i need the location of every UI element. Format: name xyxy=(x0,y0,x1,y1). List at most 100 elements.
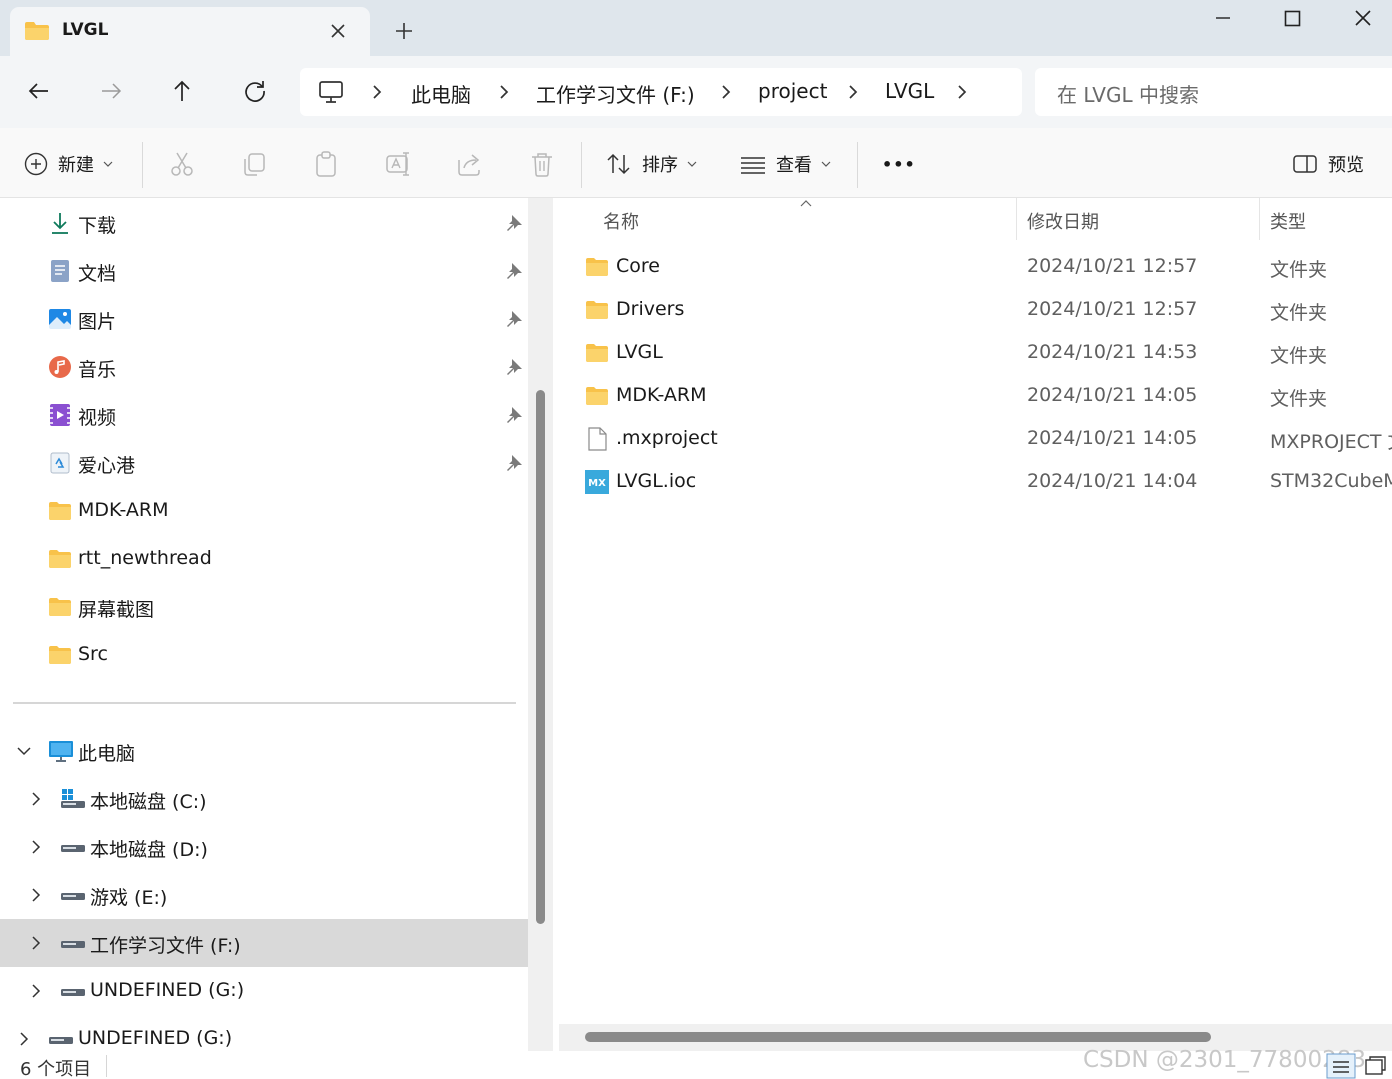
details-view-icon[interactable] xyxy=(1326,1053,1356,1079)
share-icon[interactable] xyxy=(456,150,484,178)
breadcrumb-project[interactable]: project xyxy=(758,79,827,103)
chevron-right-icon[interactable] xyxy=(16,1031,32,1047)
delete-icon[interactable] xyxy=(528,150,556,178)
nav-scrollbar-thumb[interactable] xyxy=(536,390,545,924)
preview-button[interactable]: 预览 xyxy=(1292,148,1364,180)
file-row[interactable]: LVGL 2024/10/21 14:53 文件夹 xyxy=(553,332,1392,375)
breadcrumb-drive-f[interactable]: 工作学习文件 (F:) xyxy=(536,79,695,108)
chevron-right-icon[interactable] xyxy=(28,983,44,999)
chevron-right-icon[interactable] xyxy=(953,82,971,102)
quick-access-music[interactable]: 音乐 xyxy=(0,343,528,391)
nav-scrollbar[interactable] xyxy=(528,198,553,1051)
quick-access-pictures[interactable]: 图片 xyxy=(0,295,528,343)
maximize-icon[interactable] xyxy=(1278,6,1306,34)
file-date: 2024/10/21 12:57 xyxy=(1027,298,1198,320)
plus-circle-icon xyxy=(24,152,48,176)
chevron-right-icon[interactable] xyxy=(844,82,862,102)
cut-icon[interactable] xyxy=(168,150,196,178)
tree-item-this-pc[interactable]: 此电脑 xyxy=(0,727,528,775)
column-divider[interactable] xyxy=(1259,198,1260,240)
quick-access-aixingang[interactable]: 爱心港 xyxy=(0,439,528,487)
column-header-name[interactable]: 名称 xyxy=(603,208,639,234)
pin-icon[interactable] xyxy=(504,213,524,233)
item-count: 6 个项目 xyxy=(20,1059,92,1079)
tree-item-drive-e[interactable]: 游戏 (E:) xyxy=(0,871,528,919)
chevron-right-icon[interactable] xyxy=(28,935,44,951)
address-bar[interactable]: 此电脑 工作学习文件 (F:) project LVGL xyxy=(300,68,1022,116)
file-row[interactable]: Drivers 2024/10/21 12:57 文件夹 xyxy=(553,289,1392,332)
file-name: Core xyxy=(616,255,660,277)
tree-item-drive-c[interactable]: 本地磁盘 (C:) xyxy=(0,775,528,823)
video-icon xyxy=(50,404,70,426)
arrow-up-icon[interactable] xyxy=(167,76,197,106)
more-button[interactable]: ••• xyxy=(872,148,916,180)
chevron-right-icon[interactable] xyxy=(28,791,44,807)
chevron-right-icon[interactable] xyxy=(368,82,386,102)
breadcrumb-this-pc[interactable]: 此电脑 xyxy=(411,79,471,108)
arrow-right-icon[interactable] xyxy=(96,76,126,106)
tree-item-drive-g-root[interactable]: UNDEFINED (G:) xyxy=(0,1015,528,1051)
close-icon[interactable] xyxy=(326,19,350,43)
chevron-right-icon[interactable] xyxy=(495,82,513,102)
status-divider xyxy=(106,1055,107,1077)
pin-icon[interactable] xyxy=(504,405,524,425)
file-row[interactable]: .mxproject 2024/10/21 14:05 MXPROJECT 文 xyxy=(553,418,1392,461)
nav-divider xyxy=(13,702,516,704)
tree-item-label: UNDEFINED (G:) xyxy=(78,1027,233,1049)
quick-access-screenshots[interactable]: 屏幕截图 xyxy=(0,583,528,631)
file-row[interactable]: MDK-ARM 2024/10/21 14:05 文件夹 xyxy=(553,375,1392,418)
pin-icon[interactable] xyxy=(504,453,524,473)
tree-item-drive-f[interactable]: 工作学习文件 (F:) xyxy=(0,919,528,967)
column-header-type[interactable]: 类型 xyxy=(1270,208,1306,234)
plus-icon[interactable] xyxy=(390,17,418,45)
chevron-right-icon[interactable] xyxy=(717,82,735,102)
pin-icon[interactable] xyxy=(504,309,524,329)
column-header-date[interactable]: 修改日期 xyxy=(1027,208,1099,234)
quick-access-documents[interactable]: 文档 xyxy=(0,247,528,295)
copy-icon[interactable] xyxy=(240,150,268,178)
tree-item-label: 本地磁盘 (D:) xyxy=(90,839,208,861)
quick-access-src[interactable]: Src xyxy=(0,631,528,679)
file-name: .mxproject xyxy=(616,427,718,449)
chevron-down-icon[interactable] xyxy=(16,743,32,759)
tree-item-label: 游戏 (E:) xyxy=(90,887,168,909)
tree-item-drive-d[interactable]: 本地磁盘 (D:) xyxy=(0,823,528,871)
paste-icon[interactable] xyxy=(312,150,340,178)
folder-icon xyxy=(49,502,71,520)
quick-access-mdk-arm[interactable]: MDK-ARM xyxy=(0,487,528,535)
chevron-right-icon[interactable] xyxy=(28,839,44,855)
minimize-icon[interactable] xyxy=(1209,6,1237,34)
column-divider[interactable] xyxy=(1016,198,1017,240)
refresh-icon[interactable] xyxy=(240,76,270,106)
sort-button[interactable]: 排序 xyxy=(606,148,698,180)
tiles-view-icon[interactable] xyxy=(1360,1053,1390,1079)
chevron-down-icon xyxy=(687,161,697,167)
computer-icon[interactable] xyxy=(318,80,344,104)
tree-item-drive-g[interactable]: UNDEFINED (G:) xyxy=(0,967,528,1015)
new-button[interactable]: 新建 xyxy=(24,148,114,180)
window-close-icon[interactable] xyxy=(1349,6,1377,34)
pin-icon[interactable] xyxy=(504,357,524,377)
quick-access-label: 下载 xyxy=(78,215,117,237)
file-row[interactable]: Core 2024/10/21 12:57 文件夹 xyxy=(553,246,1392,289)
app-icon xyxy=(50,452,70,474)
search-input[interactable]: 在 LVGL 中搜索 xyxy=(1035,68,1392,116)
file-row[interactable]: MX LVGL.ioc 2024/10/21 14:04 STM32CubeM xyxy=(553,461,1392,504)
chevron-right-icon[interactable] xyxy=(28,887,44,903)
rename-icon[interactable] xyxy=(384,150,412,178)
chevron-down-icon xyxy=(103,161,113,167)
pin-icon[interactable] xyxy=(504,261,524,281)
view-button[interactable]: 查看 xyxy=(740,148,832,180)
quick-access-videos[interactable]: 视频 xyxy=(0,391,528,439)
quick-access-rtt-newthread[interactable]: rtt_newthread xyxy=(0,535,528,583)
chevron-down-icon xyxy=(821,161,831,167)
tab-lvgl[interactable]: LVGL xyxy=(10,7,370,56)
file-type: MXPROJECT 文 xyxy=(1270,431,1392,453)
arrow-left-icon[interactable] xyxy=(24,76,54,106)
file-list-scrollbar-thumb[interactable] xyxy=(585,1032,1211,1042)
tree-item-label: UNDEFINED (G:) xyxy=(90,979,245,1001)
navigation-pane: 下载 文档 图片 音乐 视频 爱心港 MDK-ARM rtt_newthread… xyxy=(0,198,553,1051)
folder-icon xyxy=(49,598,71,616)
quick-access-downloads[interactable]: 下载 xyxy=(0,199,528,247)
breadcrumb-lvgl[interactable]: LVGL xyxy=(885,79,934,103)
